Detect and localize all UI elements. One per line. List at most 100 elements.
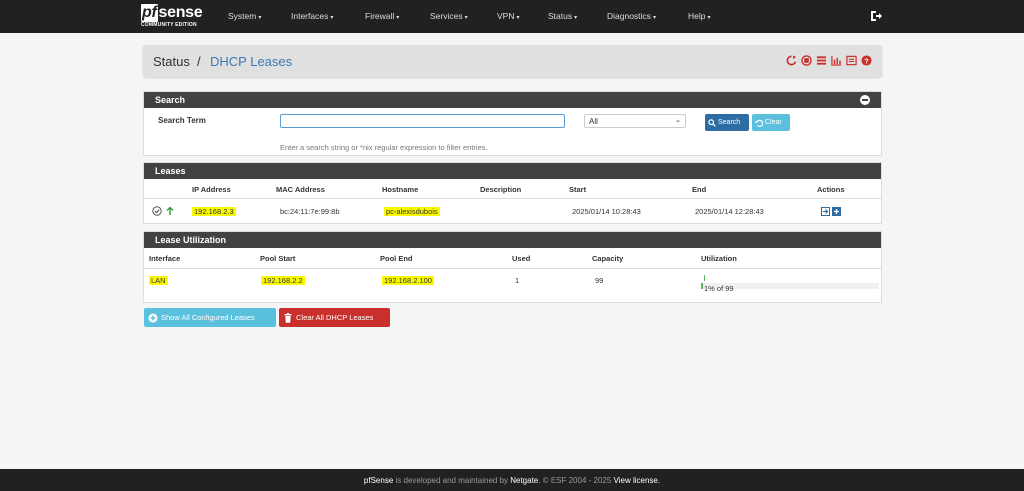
logo-pf: pf — [141, 4, 158, 22]
clear-all-dhcp-leases-button[interactable]: Clear All DHCP Leases — [279, 308, 390, 327]
nav-help[interactable]: Help ▾ — [688, 11, 711, 21]
caret-down-icon: ▾ — [707, 15, 711, 21]
lease-utilization-panel: Lease Utilization Interface Pool Start P… — [143, 231, 882, 303]
search-icon — [708, 118, 716, 127]
util-interface: LAN — [149, 276, 168, 285]
show-all-label: Show All Configured Leases — [161, 313, 255, 322]
nav-services[interactable]: Services ▾ — [430, 11, 468, 21]
utilization-progress-marker — [704, 275, 705, 281]
clear-button-label: Clear — [765, 119, 782, 126]
arrow-up-icon — [166, 206, 174, 215]
col-pool-end[interactable]: Pool End — [380, 254, 413, 263]
col-hostname[interactable]: Hostname — [382, 185, 418, 194]
show-all-configured-leases-button[interactable]: Show All Configured Leases — [144, 308, 276, 327]
svg-text:?: ? — [864, 56, 869, 65]
footer-text-1: is developed and maintained by — [393, 476, 511, 485]
footer-company-link[interactable]: Netgate — [510, 476, 538, 485]
col-ip-address[interactable]: IP Address — [192, 185, 231, 194]
leases-panel-title: Leases — [155, 166, 186, 176]
col-end[interactable]: End — [692, 185, 706, 194]
util-pool-end: 192.168.2.100 — [382, 276, 434, 285]
search-button[interactable]: Search — [705, 114, 749, 131]
static-mapping-icon[interactable] — [821, 207, 830, 216]
breadcrumb-status[interactable]: Status — [153, 54, 190, 69]
footer-text-2: . © ESF 2004 - 2025 — [538, 476, 614, 485]
lease-ip: 192.168.2.3 — [192, 207, 236, 216]
collapse-icon[interactable] — [860, 95, 870, 105]
search-panel: Search Search Term All ⌄ Search Clear En… — [143, 91, 882, 156]
footer-product: pfSense — [363, 476, 394, 485]
footer-license-link[interactable]: View license. — [614, 476, 661, 485]
breadcrumb-shortcuts: ? — [786, 55, 872, 66]
restart-service-icon[interactable] — [786, 55, 797, 66]
nav-system[interactable]: System ▾ — [228, 11, 261, 21]
caret-down-icon: ▾ — [574, 15, 578, 21]
util-capacity: 99 — [595, 276, 604, 285]
search-input[interactable] — [280, 114, 565, 128]
search-filter-select[interactable]: All ⌄ — [584, 114, 686, 128]
caret-down-icon: ▾ — [652, 15, 656, 21]
col-interface[interactable]: Interface — [149, 254, 180, 263]
lease-start: 2025/01/14 10:28:43 — [572, 207, 641, 216]
utilization-progress-fill — [701, 283, 703, 289]
leases-panel-heading: Leases — [144, 163, 881, 179]
graph-icon[interactable] — [831, 55, 842, 66]
trash-icon — [284, 312, 292, 323]
help-icon[interactable]: ? — [861, 55, 872, 66]
search-button-label: Search — [718, 119, 741, 126]
col-mac-address[interactable]: MAC Address — [276, 185, 325, 194]
plus-circle-icon — [148, 313, 158, 322]
logo-sense: sense — [158, 4, 203, 21]
utilization-panel-title: Lease Utilization — [155, 235, 227, 245]
clear-button[interactable]: Clear — [752, 114, 790, 131]
undo-icon — [755, 119, 763, 127]
logo-edition: COMMUNITY EDITION — [141, 22, 197, 28]
caret-down-icon: ▾ — [396, 15, 400, 21]
breadcrumb: Status / DHCP Leases ? — [143, 45, 882, 77]
col-capacity[interactable]: Capacity — [592, 254, 623, 263]
pfsense-logo[interactable]: pf sense COMMUNITY EDITION — [141, 4, 211, 30]
breadcrumb-dhcp-leases[interactable]: DHCP Leases — [210, 54, 292, 69]
col-used[interactable]: Used — [512, 254, 530, 263]
top-navbar: pf sense COMMUNITY EDITION System ▾ Interf… — [0, 0, 1024, 33]
search-panel-heading: Search — [144, 92, 881, 108]
col-start[interactable]: Start — [569, 185, 586, 194]
col-actions: Actions — [817, 185, 845, 194]
col-utilization[interactable]: Utilization — [701, 254, 737, 263]
lease-end: 2025/01/14 12:28:43 — [695, 207, 764, 216]
search-hint: Enter a search string or *nix regular ex… — [280, 143, 488, 152]
search-filter-value: All — [589, 117, 598, 126]
util-pool-start: 192.168.2.2 — [261, 276, 305, 285]
col-description[interactable]: Description — [480, 185, 521, 194]
clear-all-label: Clear All DHCP Leases — [296, 313, 374, 322]
search-panel-title: Search — [155, 95, 186, 105]
footer: pfSense is developed and maintained by N… — [0, 469, 1024, 491]
settings-list-icon[interactable] — [816, 55, 827, 66]
add-icon[interactable] — [832, 207, 841, 216]
lease-mac: bc:24:11:7e:99:8b — [280, 207, 340, 216]
caret-down-icon: ▾ — [258, 15, 262, 21]
utilization-panel-heading: Lease Utilization — [144, 232, 881, 248]
lease-hostname: pc-alexisdubois — [384, 207, 440, 216]
util-used: 1 — [515, 276, 520, 285]
row-divider — [144, 268, 881, 269]
leases-panel: Leases IP Address MAC Address Hostname D… — [143, 162, 882, 224]
breadcrumb-separator: / — [197, 54, 201, 69]
search-term-label: Search Term — [158, 116, 206, 125]
util-utilization-text: 1% of 99 — [704, 284, 734, 293]
caret-down-icon: ▾ — [464, 15, 468, 21]
nav-status[interactable]: Status ▾ — [548, 11, 577, 21]
check-circle-icon — [152, 206, 162, 216]
nav-diagnostics[interactable]: Diagnostics ▾ — [607, 11, 656, 21]
nav-interfaces[interactable]: Interfaces ▾ — [291, 11, 333, 21]
chevron-down-icon: ⌄ — [675, 117, 681, 124]
nav-vpn[interactable]: VPN ▾ — [497, 11, 520, 21]
nav-firewall[interactable]: Firewall ▾ — [365, 11, 399, 21]
caret-down-icon: ▾ — [330, 15, 334, 21]
row-divider — [144, 198, 881, 199]
caret-down-icon: ▾ — [516, 15, 520, 21]
sign-out-icon[interactable] — [869, 9, 883, 23]
col-pool-start[interactable]: Pool Start — [260, 254, 295, 263]
log-icon[interactable] — [846, 55, 857, 66]
stop-service-icon[interactable] — [801, 55, 812, 66]
